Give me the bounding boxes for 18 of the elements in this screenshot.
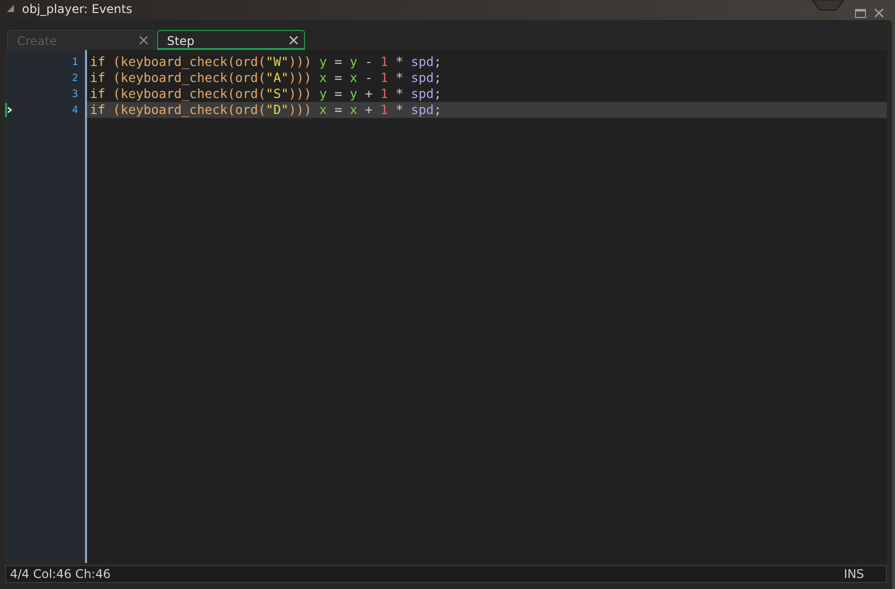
collapse-icon[interactable]: [7, 5, 14, 12]
close-icon[interactable]: [874, 8, 884, 18]
tab[interactable]: Step ×: [157, 30, 305, 50]
code-line: if (keyboard_check(ord("W"))) y = y - 1 * spd;: [89, 54, 442, 70]
cursor-position: 4/4 Col:46 Ch:46: [10, 567, 111, 581]
line-number: 1: [72, 56, 78, 68]
code-line: if (keyboard_check(ord("S"))) y = y + 1 * spd;: [89, 86, 442, 102]
line-number: 4: [72, 104, 78, 116]
maximize-icon[interactable]: [855, 8, 866, 18]
code-line: if (keyboard_check(ord("A"))) x = x - 1 * spd;: [89, 70, 442, 86]
top-notch-drawing: [812, 0, 844, 11]
insert-mode: INS: [844, 567, 864, 581]
tab-close-button[interactable]: ×: [137, 33, 150, 48]
tab-label: Step: [167, 34, 194, 48]
tab-close-button[interactable]: ×: [287, 33, 300, 48]
line-number: 3: [72, 88, 78, 100]
line-number: 2: [72, 72, 78, 84]
window-title: obj_player: Events: [22, 2, 132, 16]
